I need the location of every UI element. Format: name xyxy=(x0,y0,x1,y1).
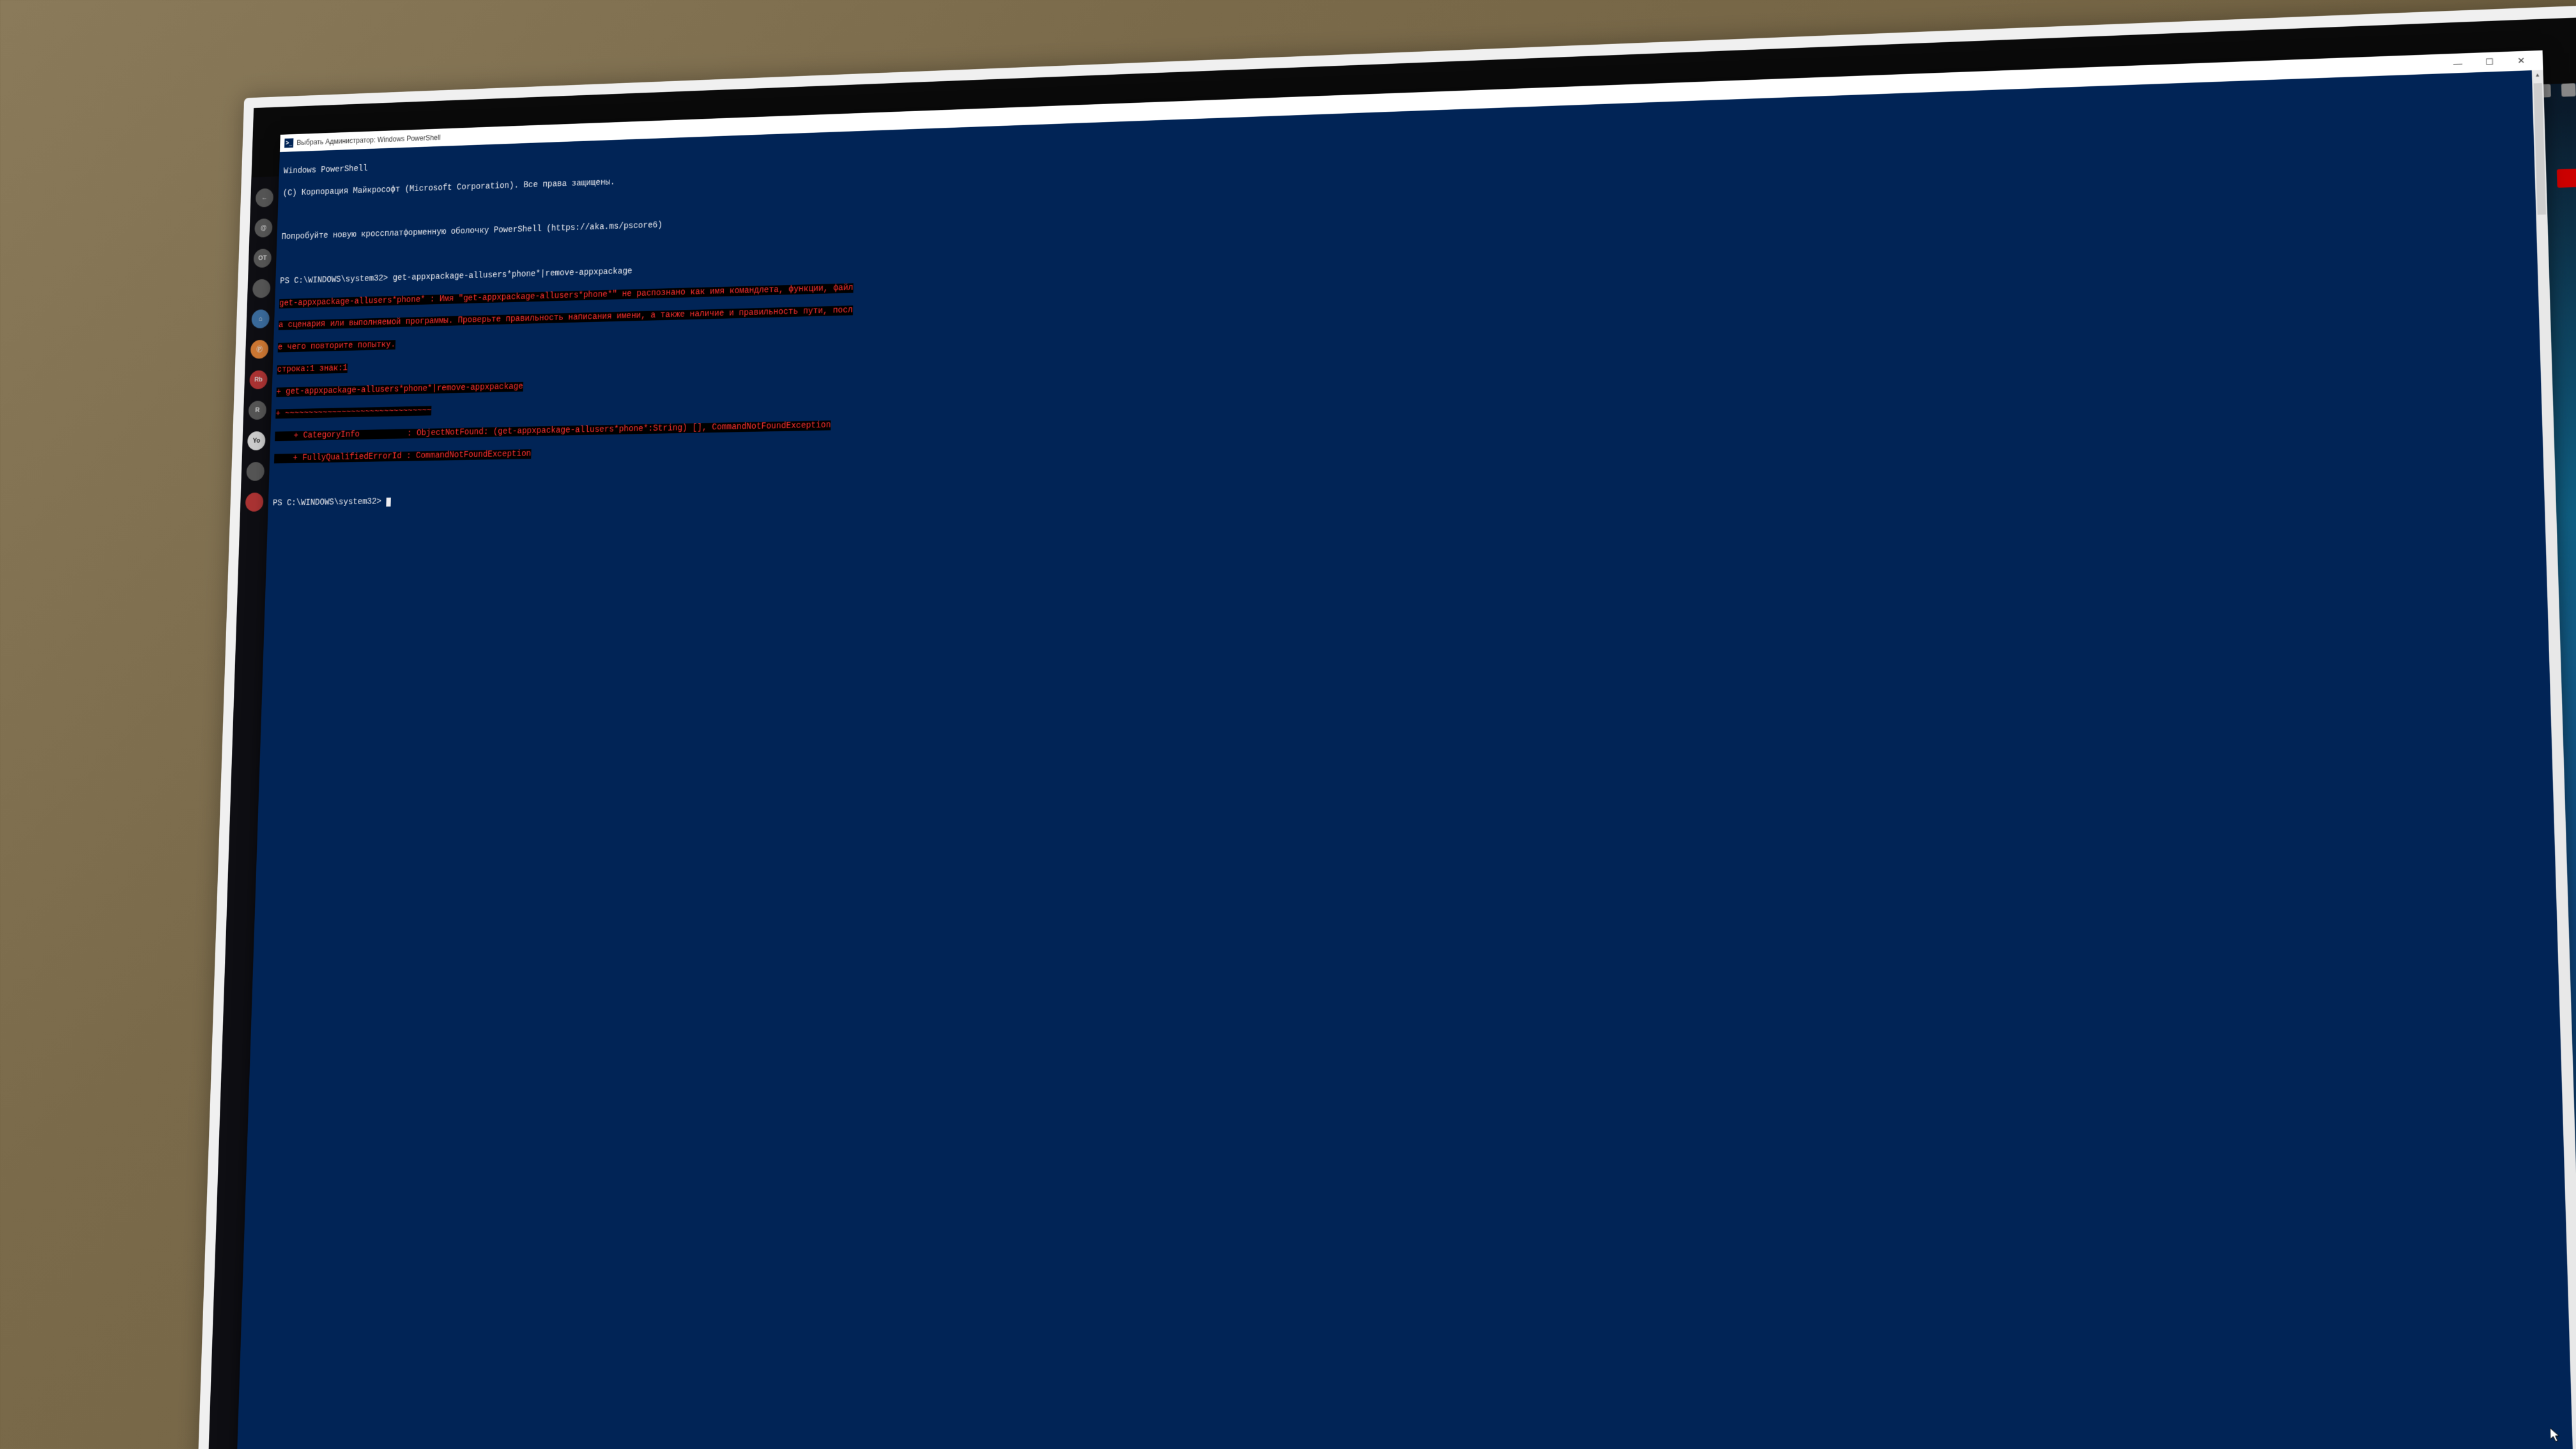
subscribe-button[interactable]: Подписаться xyxy=(2557,166,2576,187)
sidebar-app-icon[interactable] xyxy=(246,462,264,481)
terminal-cursor xyxy=(386,497,390,506)
sidebar-app-icon[interactable]: ОТ xyxy=(254,249,272,268)
monitor-bezel: Подписаться ← @ ОТ ⌂ Ⓟ Rb R Yo По xyxy=(197,2,2576,1449)
sidebar-app-icon[interactable]: @ xyxy=(254,218,273,238)
titlebar-left: >_ Выбрать Администратор: Windows PowerS… xyxy=(284,133,441,148)
powershell-icon: >_ xyxy=(284,138,293,148)
close-button[interactable]: ✕ xyxy=(2505,50,2538,71)
terminal-prompt: PS C:\WINDOWS\system32> xyxy=(280,273,393,286)
scrollbar-up-arrow[interactable]: ▲ xyxy=(2532,70,2543,80)
sidebar-app-icon[interactable] xyxy=(252,279,271,298)
terminal-content[interactable]: Windows PowerShell (C) Корпорация Майкро… xyxy=(236,70,2576,1449)
powershell-window: >_ Выбрать Администратор: Windows PowerS… xyxy=(236,50,2576,1449)
maximize-button[interactable]: ☐ xyxy=(2473,52,2505,72)
terminal-prompt: PS C:\WINDOWS\system32> xyxy=(273,497,387,509)
sidebar-app-icon[interactable] xyxy=(245,493,264,512)
terminal-command: get-appxpackage-allusers*phone*|remove-a… xyxy=(392,266,632,283)
tray-icon[interactable] xyxy=(2561,83,2576,96)
sidebar-app-icon[interactable]: Yo xyxy=(247,431,266,450)
mouse-cursor-icon xyxy=(2550,1428,2562,1444)
minimize-button[interactable]: — xyxy=(2442,53,2474,73)
sidebar-app-icon[interactable]: Ⓟ xyxy=(250,340,269,359)
sidebar-back-icon[interactable]: ← xyxy=(256,188,274,208)
sidebar-app-icon[interactable]: Rb xyxy=(249,370,268,389)
screen: Подписаться ← @ ОТ ⌂ Ⓟ Rb R Yo По xyxy=(208,15,2576,1449)
window-title: Выбрать Администратор: Windows PowerShel… xyxy=(296,134,441,147)
sidebar-app-icon[interactable]: ⌂ xyxy=(251,309,270,328)
sidebar-app-icon[interactable]: R xyxy=(249,401,267,420)
